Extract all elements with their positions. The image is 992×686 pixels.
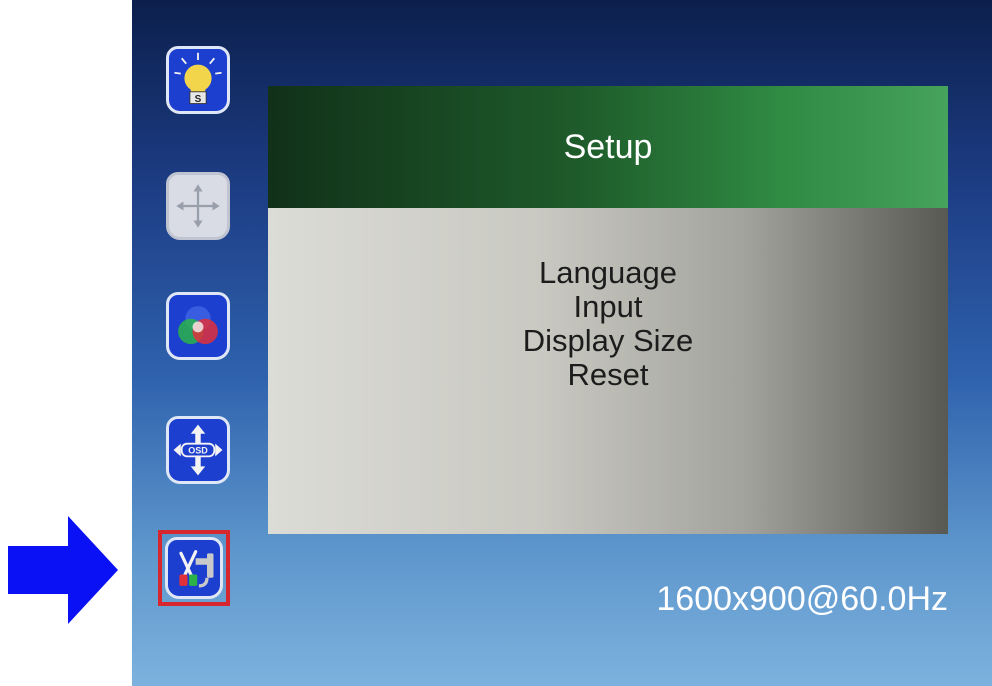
color-icon [166,292,230,360]
menu-title: Setup [563,127,653,166]
pointer-arrow-icon [8,516,118,624]
menu-body: Language Input Display Size Reset [268,208,948,534]
osd-settings-button[interactable]: OSD [162,412,234,488]
menu-item-input[interactable]: Input [268,290,948,324]
brightness-glyph: S [195,94,202,105]
color-button[interactable] [162,288,234,364]
position-icon [166,172,230,240]
brightness-button[interactable]: S [162,42,234,118]
osd-settings-icon: OSD [166,416,230,484]
menu-header: Setup [268,86,948,208]
setup-tools-icon [165,537,223,599]
setup-tools-button[interactable] [158,530,230,606]
menu-item-reset[interactable]: Reset [268,358,948,392]
setup-menu-panel: Setup Language Input Display Size Reset [268,86,948,534]
menu-item-language[interactable]: Language [268,256,948,290]
brightness-icon: S [166,46,230,114]
menu-list: Language Input Display Size Reset [268,256,948,392]
position-button[interactable] [162,168,234,244]
resolution-readout: 1600x900@60.0Hz [656,580,948,618]
osd-glyph: OSD [188,446,208,456]
menu-item-display-size[interactable]: Display Size [268,324,948,358]
